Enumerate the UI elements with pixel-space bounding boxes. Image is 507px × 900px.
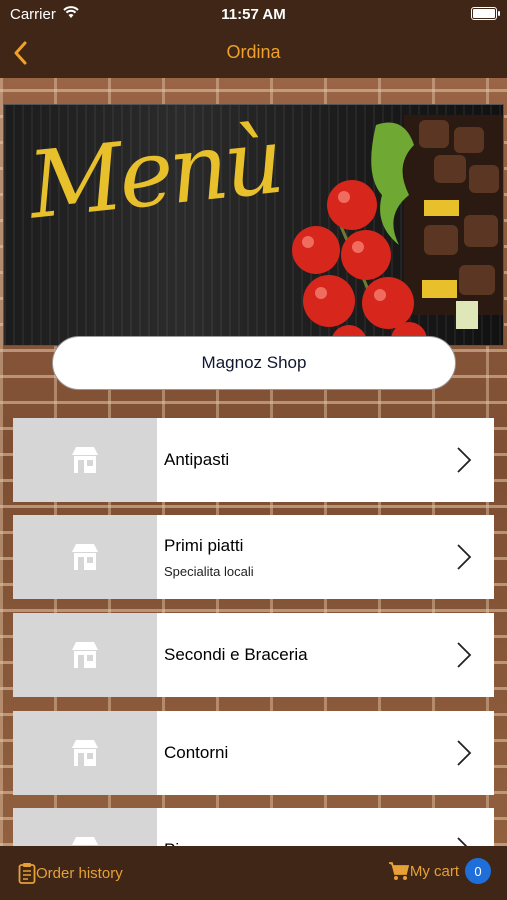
shop-name-label: Magnoz Shop bbox=[201, 353, 307, 372]
order-history-label: Order history bbox=[36, 864, 123, 882]
category-label: Primi piatti bbox=[164, 535, 244, 555]
navigation-bar: Carrier 11:57 AM Ordina bbox=[0, 0, 507, 78]
store-icon bbox=[13, 613, 157, 697]
my-cart-label: My cart bbox=[409, 862, 459, 880]
category-label: Antipasti bbox=[164, 450, 230, 469]
chevron-right-icon bbox=[434, 808, 494, 846]
chevron-right-icon bbox=[434, 515, 494, 599]
menu-script-title: Menù bbox=[23, 106, 285, 240]
category-row-secondi[interactable]: Secondi e Braceria bbox=[13, 613, 494, 697]
category-row-primi-piatti[interactable]: Primi piatti Specialita locali bbox=[13, 515, 494, 599]
shop-name-button[interactable]: Magnoz Shop bbox=[52, 336, 456, 390]
store-icon bbox=[13, 418, 157, 502]
order-history-button[interactable]: Order history bbox=[18, 862, 123, 884]
cart-count-badge: 0 bbox=[465, 858, 491, 884]
category-row-contorni[interactable]: Contorni bbox=[13, 711, 494, 795]
category-label: Contorni bbox=[164, 743, 229, 762]
page-title: Ordina bbox=[226, 42, 281, 62]
battery-icon bbox=[471, 7, 500, 20]
chevron-right-icon bbox=[434, 613, 494, 697]
cart-icon bbox=[388, 862, 409, 880]
status-time: 11:57 AM bbox=[221, 6, 286, 23]
status-bar: Carrier 11:57 AM bbox=[0, 0, 507, 28]
category-label: Secondi e Braceria bbox=[164, 645, 308, 664]
store-icon bbox=[13, 808, 157, 846]
category-row-antipasti[interactable]: Antipasti bbox=[13, 418, 494, 502]
chevron-right-icon bbox=[434, 418, 494, 502]
store-icon bbox=[13, 711, 157, 795]
my-cart-button[interactable]: My cart 0 bbox=[388, 858, 491, 884]
bottom-toolbar: Order history My cart 0 bbox=[0, 846, 507, 900]
category-subtitle: Specialita locali bbox=[164, 563, 254, 579]
chevron-right-icon bbox=[434, 711, 494, 795]
clipboard-icon bbox=[18, 863, 36, 884]
store-icon bbox=[13, 515, 157, 599]
category-row-partial[interactable]: Pi bbox=[13, 808, 494, 846]
menu-banner-image: Menù bbox=[3, 104, 504, 346]
